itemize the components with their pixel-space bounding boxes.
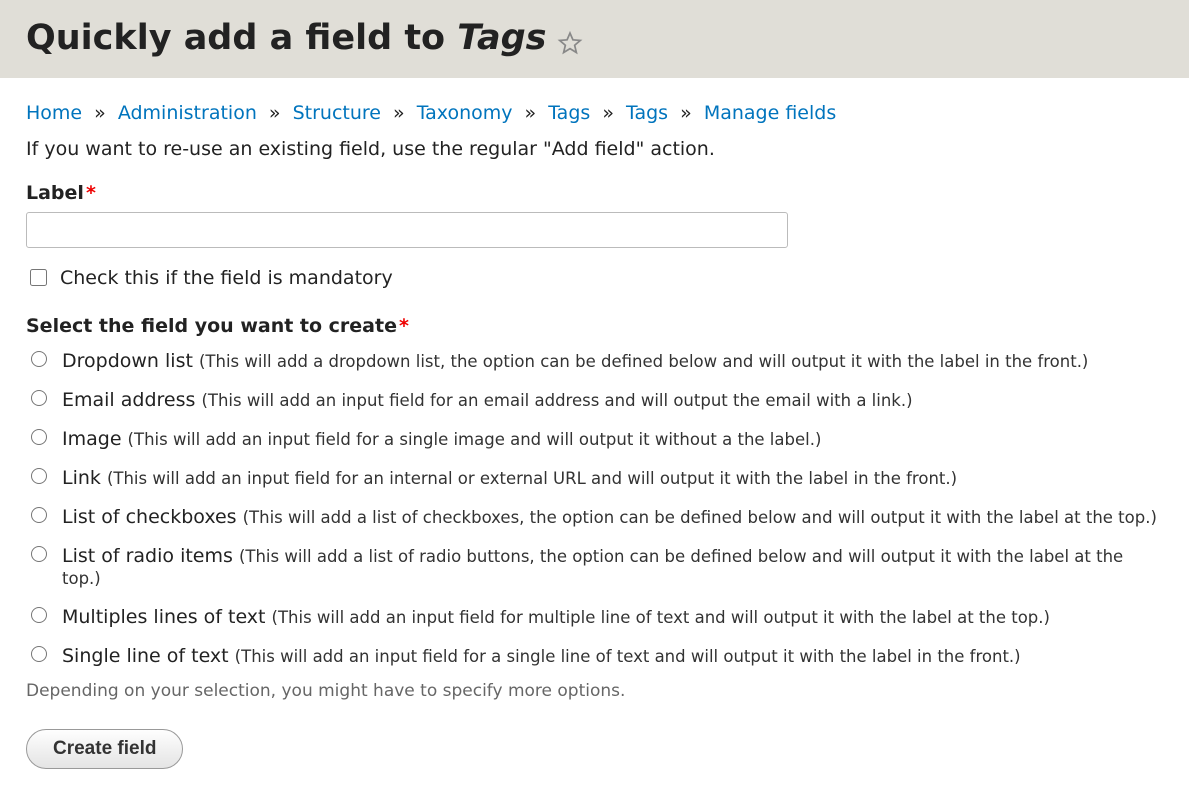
required-marker: * <box>86 182 96 204</box>
field-type-option-description: (This will add a list of checkboxes, the… <box>243 508 1157 527</box>
field-type-radio[interactable] <box>31 507 47 523</box>
required-marker: * <box>399 315 409 337</box>
field-type-option[interactable]: Link (This will add an input field for a… <box>26 464 1163 489</box>
breadcrumb-separator: » <box>387 102 411 124</box>
breadcrumb-separator: » <box>263 102 287 124</box>
field-type-help: Depending on your selection, you might h… <box>26 681 1163 701</box>
breadcrumb-link[interactable]: Manage fields <box>704 102 836 124</box>
field-type-option-description: (This will add an input field for an int… <box>107 469 957 488</box>
field-type-option-label: List of radio items <box>62 545 239 567</box>
create-field-button[interactable]: Create field <box>26 729 183 769</box>
breadcrumb-link[interactable]: Tags <box>626 102 668 124</box>
breadcrumb-link[interactable]: Home <box>26 102 82 124</box>
field-type-option-description: (This will add an input field for a sing… <box>128 430 822 449</box>
breadcrumb-separator: » <box>596 102 620 124</box>
page-title-prefix: Quickly add a field to <box>26 18 457 58</box>
field-type-radio[interactable] <box>31 351 47 367</box>
breadcrumb-separator: » <box>674 102 698 124</box>
field-type-option-label: Dropdown list <box>62 350 199 372</box>
label-input[interactable] <box>26 212 788 248</box>
breadcrumb-separator: » <box>519 102 543 124</box>
field-type-option-description: (This will add an input field for a sing… <box>235 647 1021 666</box>
label-field-wrapper: Label* <box>26 182 1163 248</box>
field-type-radio[interactable] <box>31 546 47 562</box>
field-type-option[interactable]: List of radio items (This will add a lis… <box>26 542 1163 589</box>
field-type-option[interactable]: Email address (This will add an input fi… <box>26 386 1163 411</box>
content-area: Home » Administration » Structure » Taxo… <box>0 78 1189 793</box>
field-type-radio-list: Dropdown list (This will add a dropdown … <box>26 347 1163 667</box>
page-title: Quickly add a field to Tags <box>26 18 1163 58</box>
page-title-entity: Tags <box>457 18 546 58</box>
star-icon[interactable] <box>557 25 583 51</box>
field-type-radio[interactable] <box>31 646 47 662</box>
breadcrumb-link[interactable]: Structure <box>293 102 381 124</box>
field-type-option[interactable]: Dropdown list (This will add a dropdown … <box>26 347 1163 372</box>
breadcrumb-link[interactable]: Taxonomy <box>417 102 513 124</box>
field-type-option-label: Link <box>62 467 107 489</box>
field-type-legend: Select the field you want to create* <box>26 315 1163 337</box>
field-type-option-label: Single line of text <box>62 645 235 667</box>
intro-text: If you want to re-use an existing field,… <box>26 138 1163 160</box>
field-type-radio[interactable] <box>31 390 47 406</box>
page-header: Quickly add a field to Tags <box>0 0 1189 78</box>
field-type-option-label: Multiples lines of text <box>62 606 272 628</box>
field-type-radio[interactable] <box>31 468 47 484</box>
field-type-option-description: (This will add an input field for an ema… <box>201 391 912 410</box>
field-type-section: Select the field you want to create* Dro… <box>26 315 1163 701</box>
field-type-option-description: (This will add a dropdown list, the opti… <box>199 352 1088 371</box>
field-type-option-label: Email address <box>62 389 201 411</box>
mandatory-checkbox[interactable] <box>30 269 47 286</box>
field-type-option-description: (This will add an input field for multip… <box>272 608 1050 627</box>
breadcrumb: Home » Administration » Structure » Taxo… <box>26 102 1163 124</box>
breadcrumb-link[interactable]: Tags <box>548 102 590 124</box>
mandatory-checkbox-row: Check this if the field is mandatory <box>26 266 1163 289</box>
field-type-option-label: List of checkboxes <box>62 506 243 528</box>
label-field-label: Label* <box>26 182 1163 204</box>
breadcrumb-link[interactable]: Administration <box>118 102 257 124</box>
breadcrumb-separator: » <box>88 102 112 124</box>
field-type-option[interactable]: Single line of text (This will add an in… <box>26 642 1163 667</box>
field-type-radio[interactable] <box>31 429 47 445</box>
mandatory-checkbox-label: Check this if the field is mandatory <box>60 267 393 289</box>
field-type-option[interactable]: List of checkboxes (This will add a list… <box>26 503 1163 528</box>
field-type-option[interactable]: Multiples lines of text (This will add a… <box>26 603 1163 628</box>
field-type-option-label: Image <box>62 428 128 450</box>
field-type-option[interactable]: Image (This will add an input field for … <box>26 425 1163 450</box>
field-type-radio[interactable] <box>31 607 47 623</box>
